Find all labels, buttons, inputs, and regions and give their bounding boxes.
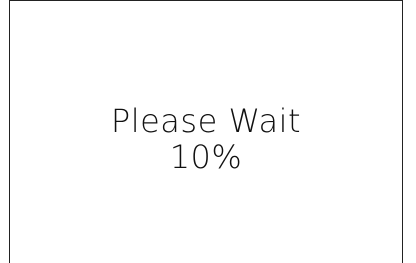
progress-percentage: 10% [169,138,243,176]
dialog-frame: Please Wait 10% [9,0,403,263]
please-wait-label: Please Wait [110,102,302,140]
loading-screen: Please Wait 10% [0,0,416,263]
wait-message-block: Please Wait 10% [10,103,402,175]
